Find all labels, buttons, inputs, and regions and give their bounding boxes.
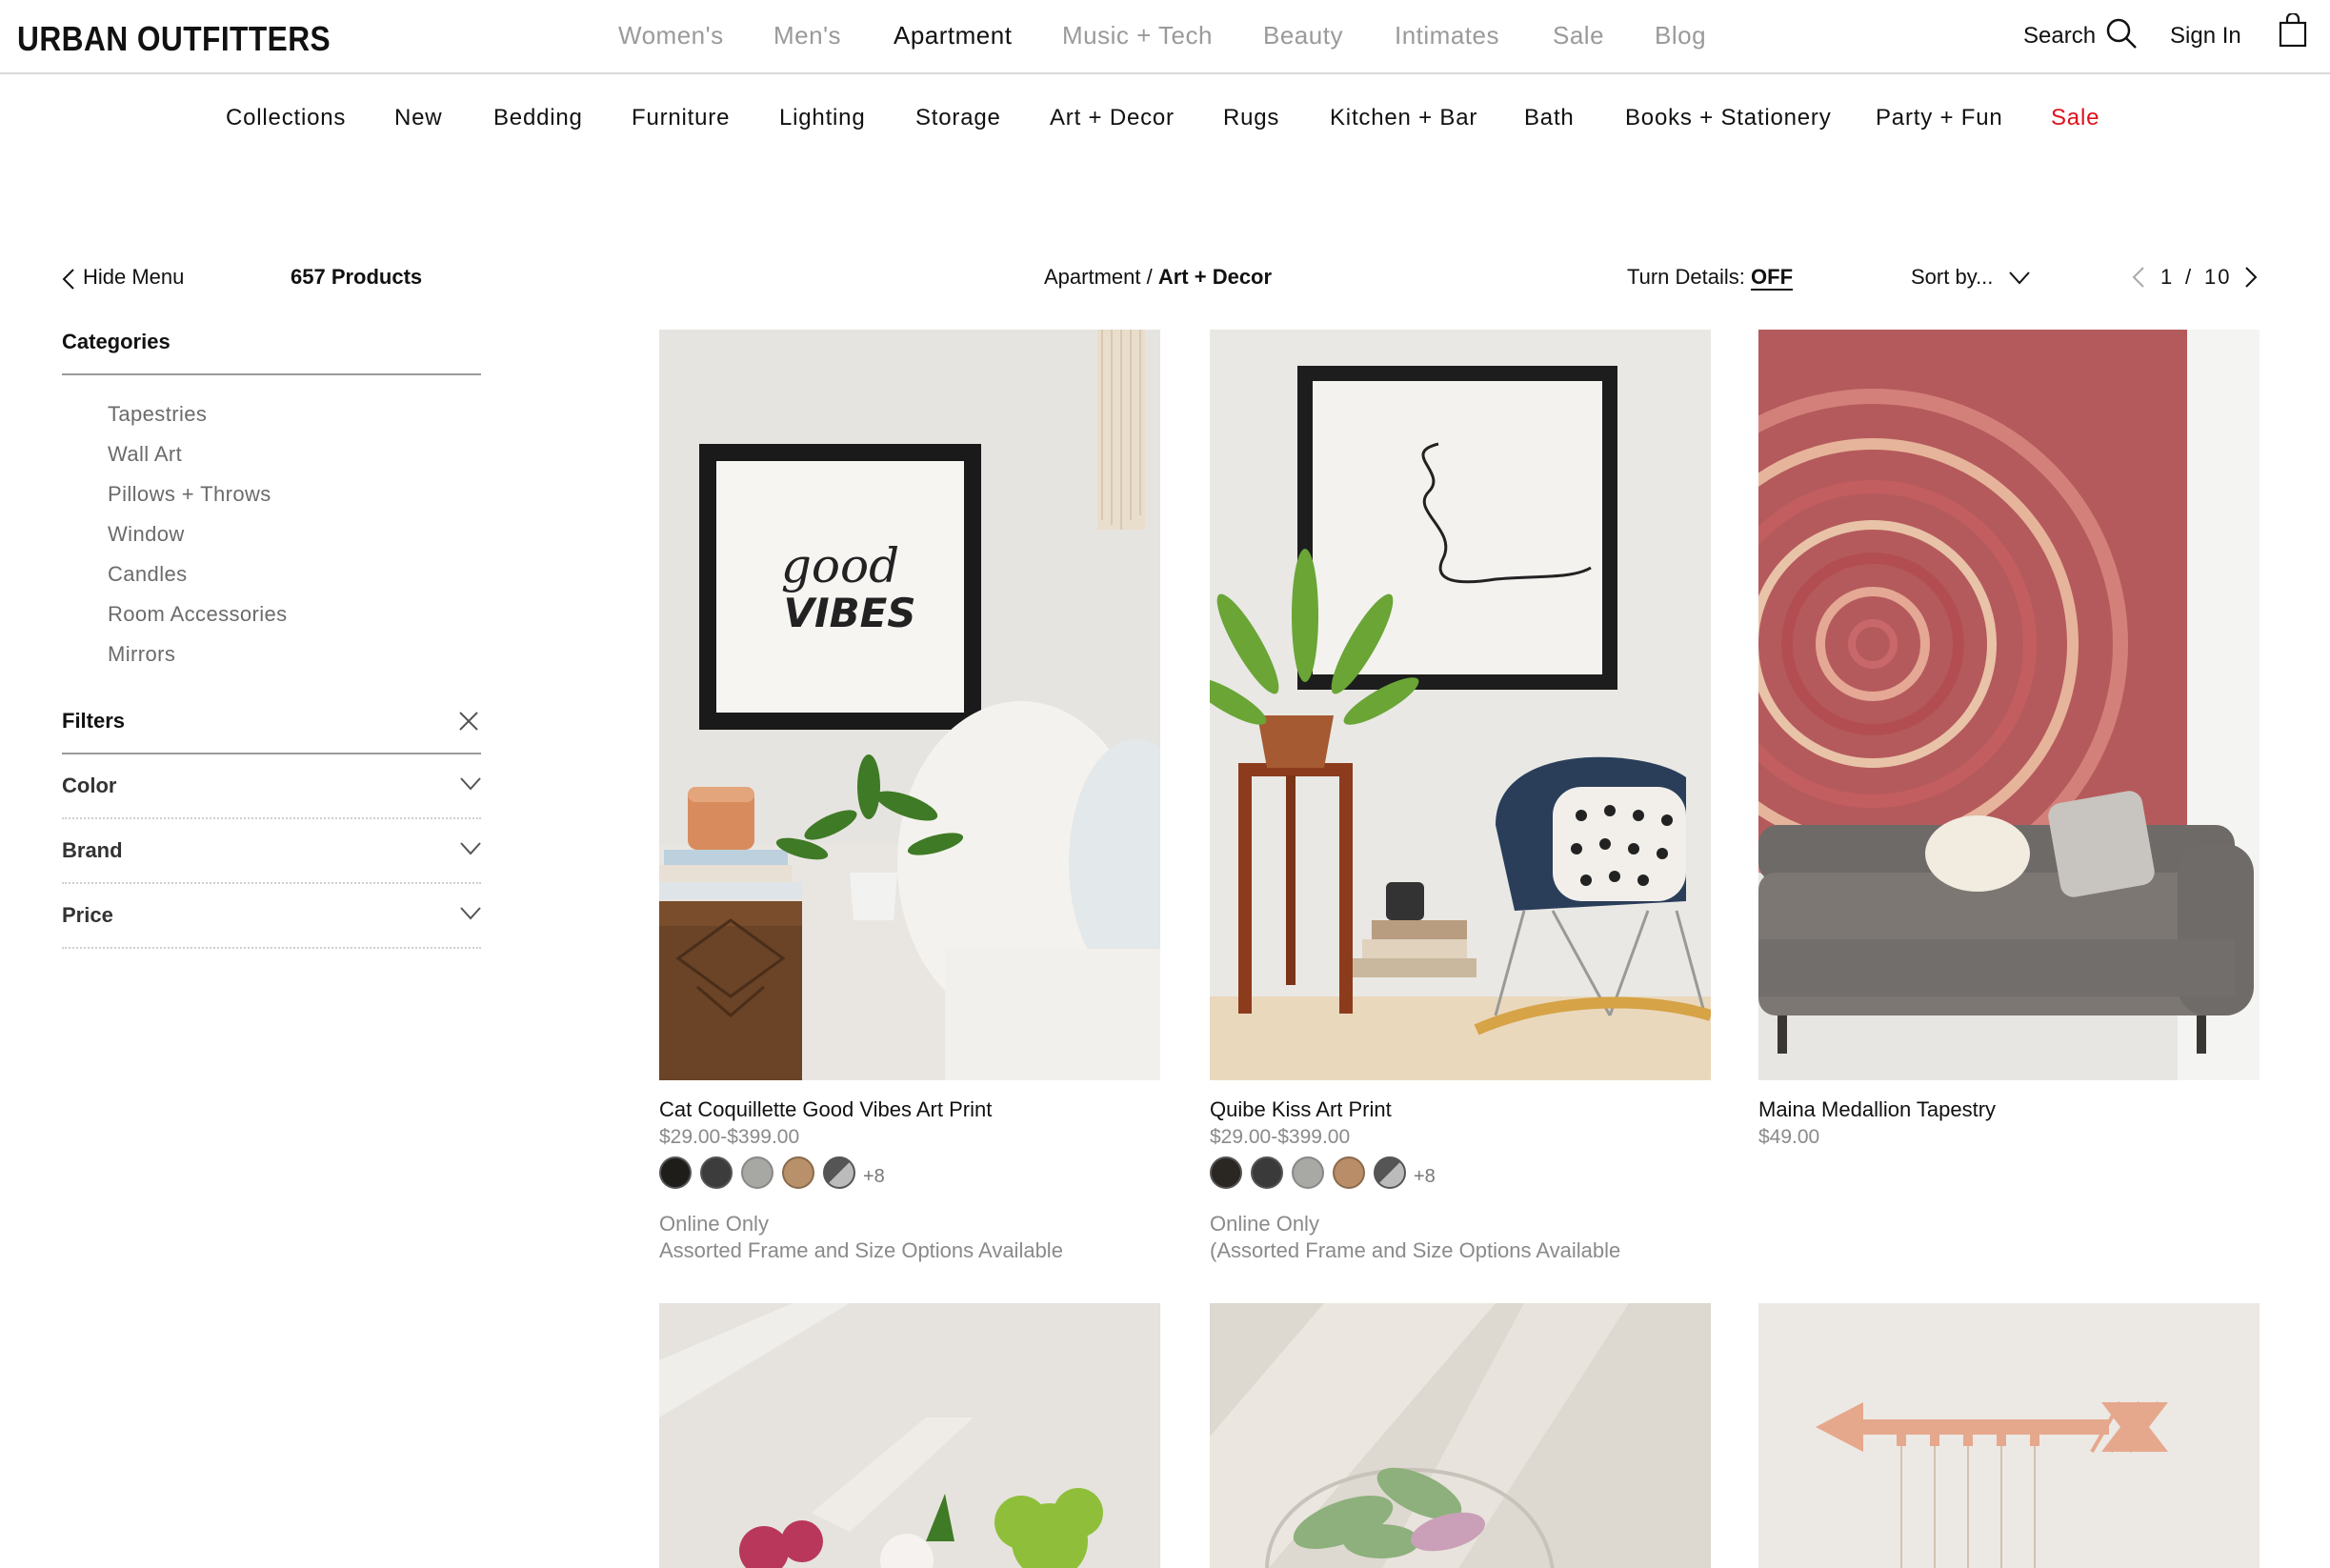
subnav-art-decor[interactable]: Art + Decor [1050,105,1175,131]
options-note: (Assorted Frame and Size Options Availab… [1210,1238,1621,1262]
filter-color-label: Color [62,774,117,797]
more-colors[interactable]: +8 [1414,1166,1436,1188]
product-card[interactable]: good VIBES Cat Coquillette Good Vibes Ar… [659,330,1160,1262]
product-image[interactable] [659,1303,1160,1568]
prev-page-icon[interactable] [2132,267,2145,293]
details-value[interactable]: OFF [1751,265,1794,291]
chevron-down-icon [2008,266,2030,291]
options-note: Assorted Frame and Size Options Availabl… [659,1238,1063,1262]
hide-menu-button[interactable]: Hide Menu [83,265,184,290]
filter-color[interactable]: Color [62,774,481,798]
breadcrumb: Apartment / Art + Decor [1044,265,1272,290]
color-swatch[interactable] [1251,1156,1283,1189]
product-image[interactable] [1210,330,1711,1080]
next-page-icon[interactable] [2244,267,2258,293]
color-swatch[interactable] [700,1156,733,1189]
subnav-collections[interactable]: Collections [226,105,346,131]
product-card[interactable] [659,1303,1160,1568]
product-name[interactable]: Quibe Kiss Art Print [1210,1097,1392,1122]
products-count: 657 Products [291,265,423,289]
filter-price-label: Price [62,903,113,927]
top-header: URBAN OUTFITTERS Women's Men's Apartment… [0,0,2330,74]
subnav-rugs[interactable]: Rugs [1223,105,1279,131]
category-room-accessories[interactable]: Room Accessories [108,602,288,627]
online-only-note: Online Only [659,1212,769,1236]
filters-title: Filters [62,709,126,733]
color-swatch[interactable] [741,1156,773,1189]
divider [62,373,481,375]
online-only-note: Online Only [1210,1212,1319,1236]
divider [62,947,481,949]
sort-dropdown[interactable]: Sort by... [1911,265,2030,291]
category-tapestries[interactable]: Tapestries [108,402,207,427]
category-wall-art[interactable]: Wall Art [108,442,182,467]
chevron-left-icon[interactable] [62,269,75,294]
product-name[interactable]: Maina Medallion Tapestry [1758,1097,1996,1122]
category-candles[interactable]: Candles [108,562,188,587]
color-swatch[interactable] [1210,1156,1242,1189]
subnav-bath[interactable]: Bath [1524,105,1575,131]
subnav-sale[interactable]: Sale [2051,105,2099,131]
product-name[interactable]: Cat Coquillette Good Vibes Art Print [659,1097,992,1122]
category-pillows-throws[interactable]: Pillows + Throws [108,482,271,507]
subnav-party-fun[interactable]: Party + Fun [1876,105,2003,131]
more-colors[interactable]: +8 [863,1166,885,1188]
subnav-bedding[interactable]: Bedding [493,105,583,131]
product-image[interactable] [1758,330,2260,1080]
search-link[interactable]: Search [2023,23,2096,50]
subnav-new[interactable]: New [394,105,442,131]
product-price: $29.00-$399.00 [659,1126,800,1148]
subnav-lighting[interactable]: Lighting [779,105,865,131]
chevron-down-icon [460,777,481,795]
breadcrumb-current: Art + Decor [1157,265,1273,289]
header-tools: Search Sign In [0,0,2330,74]
product-image[interactable] [1758,1303,2260,1568]
divider [62,817,481,819]
search-icon[interactable] [2105,17,2138,54]
filter-brand[interactable]: Brand [62,838,481,863]
page-total: 10 [2204,265,2232,289]
chevron-down-icon [460,907,481,925]
sign-in-link[interactable]: Sign In [2170,23,2241,50]
divider [62,882,481,884]
subnav-books-stationery[interactable]: Books + Stationery [1625,105,1832,131]
subnav-storage[interactable]: Storage [915,105,1001,131]
product-image[interactable]: good VIBES [659,330,1160,1080]
page-separator: / [2185,265,2192,289]
product-card[interactable] [1210,1303,1711,1568]
subnav-furniture[interactable]: Furniture [632,105,730,131]
cart-icon[interactable] [2279,11,2307,52]
category-window[interactable]: Window [108,522,185,547]
page-current: 1 [2160,265,2173,289]
chevron-down-icon [460,842,481,860]
filter-price[interactable]: Price [62,903,481,928]
close-icon[interactable] [458,711,479,736]
breadcrumb-apartment[interactable]: Apartment / [1044,265,1153,289]
product-card[interactable] [1758,1303,2260,1568]
product-price: $49.00 [1758,1126,1820,1148]
color-swatch[interactable] [1333,1156,1365,1189]
svg-text:VIBES: VIBES [783,590,915,636]
color-swatch[interactable] [659,1156,692,1189]
categories-title: Categories [62,330,171,353]
color-swatch[interactable] [823,1156,855,1189]
color-swatch[interactable] [782,1156,814,1189]
subnav-kitchen-bar[interactable]: Kitchen + Bar [1330,105,1477,131]
product-image[interactable] [1210,1303,1711,1568]
color-swatch[interactable] [1292,1156,1324,1189]
product-card[interactable]: Quibe Kiss Art Print $29.00-$399.00 +8 O… [1210,330,1711,1262]
color-swatch[interactable] [1374,1156,1406,1189]
svg-text:good: good [781,538,899,593]
product-card[interactable]: Maina Medallion Tapestry $49.00 [1758,330,2260,1148]
sort-label: Sort by... [1911,265,1994,289]
turn-details-toggle[interactable]: Turn Details: OFF [1627,265,1794,291]
product-price: $29.00-$399.00 [1210,1126,1351,1148]
filter-brand-label: Brand [62,838,123,862]
divider [62,753,481,754]
details-label: Turn Details: [1627,265,1745,289]
category-mirrors[interactable]: Mirrors [108,642,175,667]
